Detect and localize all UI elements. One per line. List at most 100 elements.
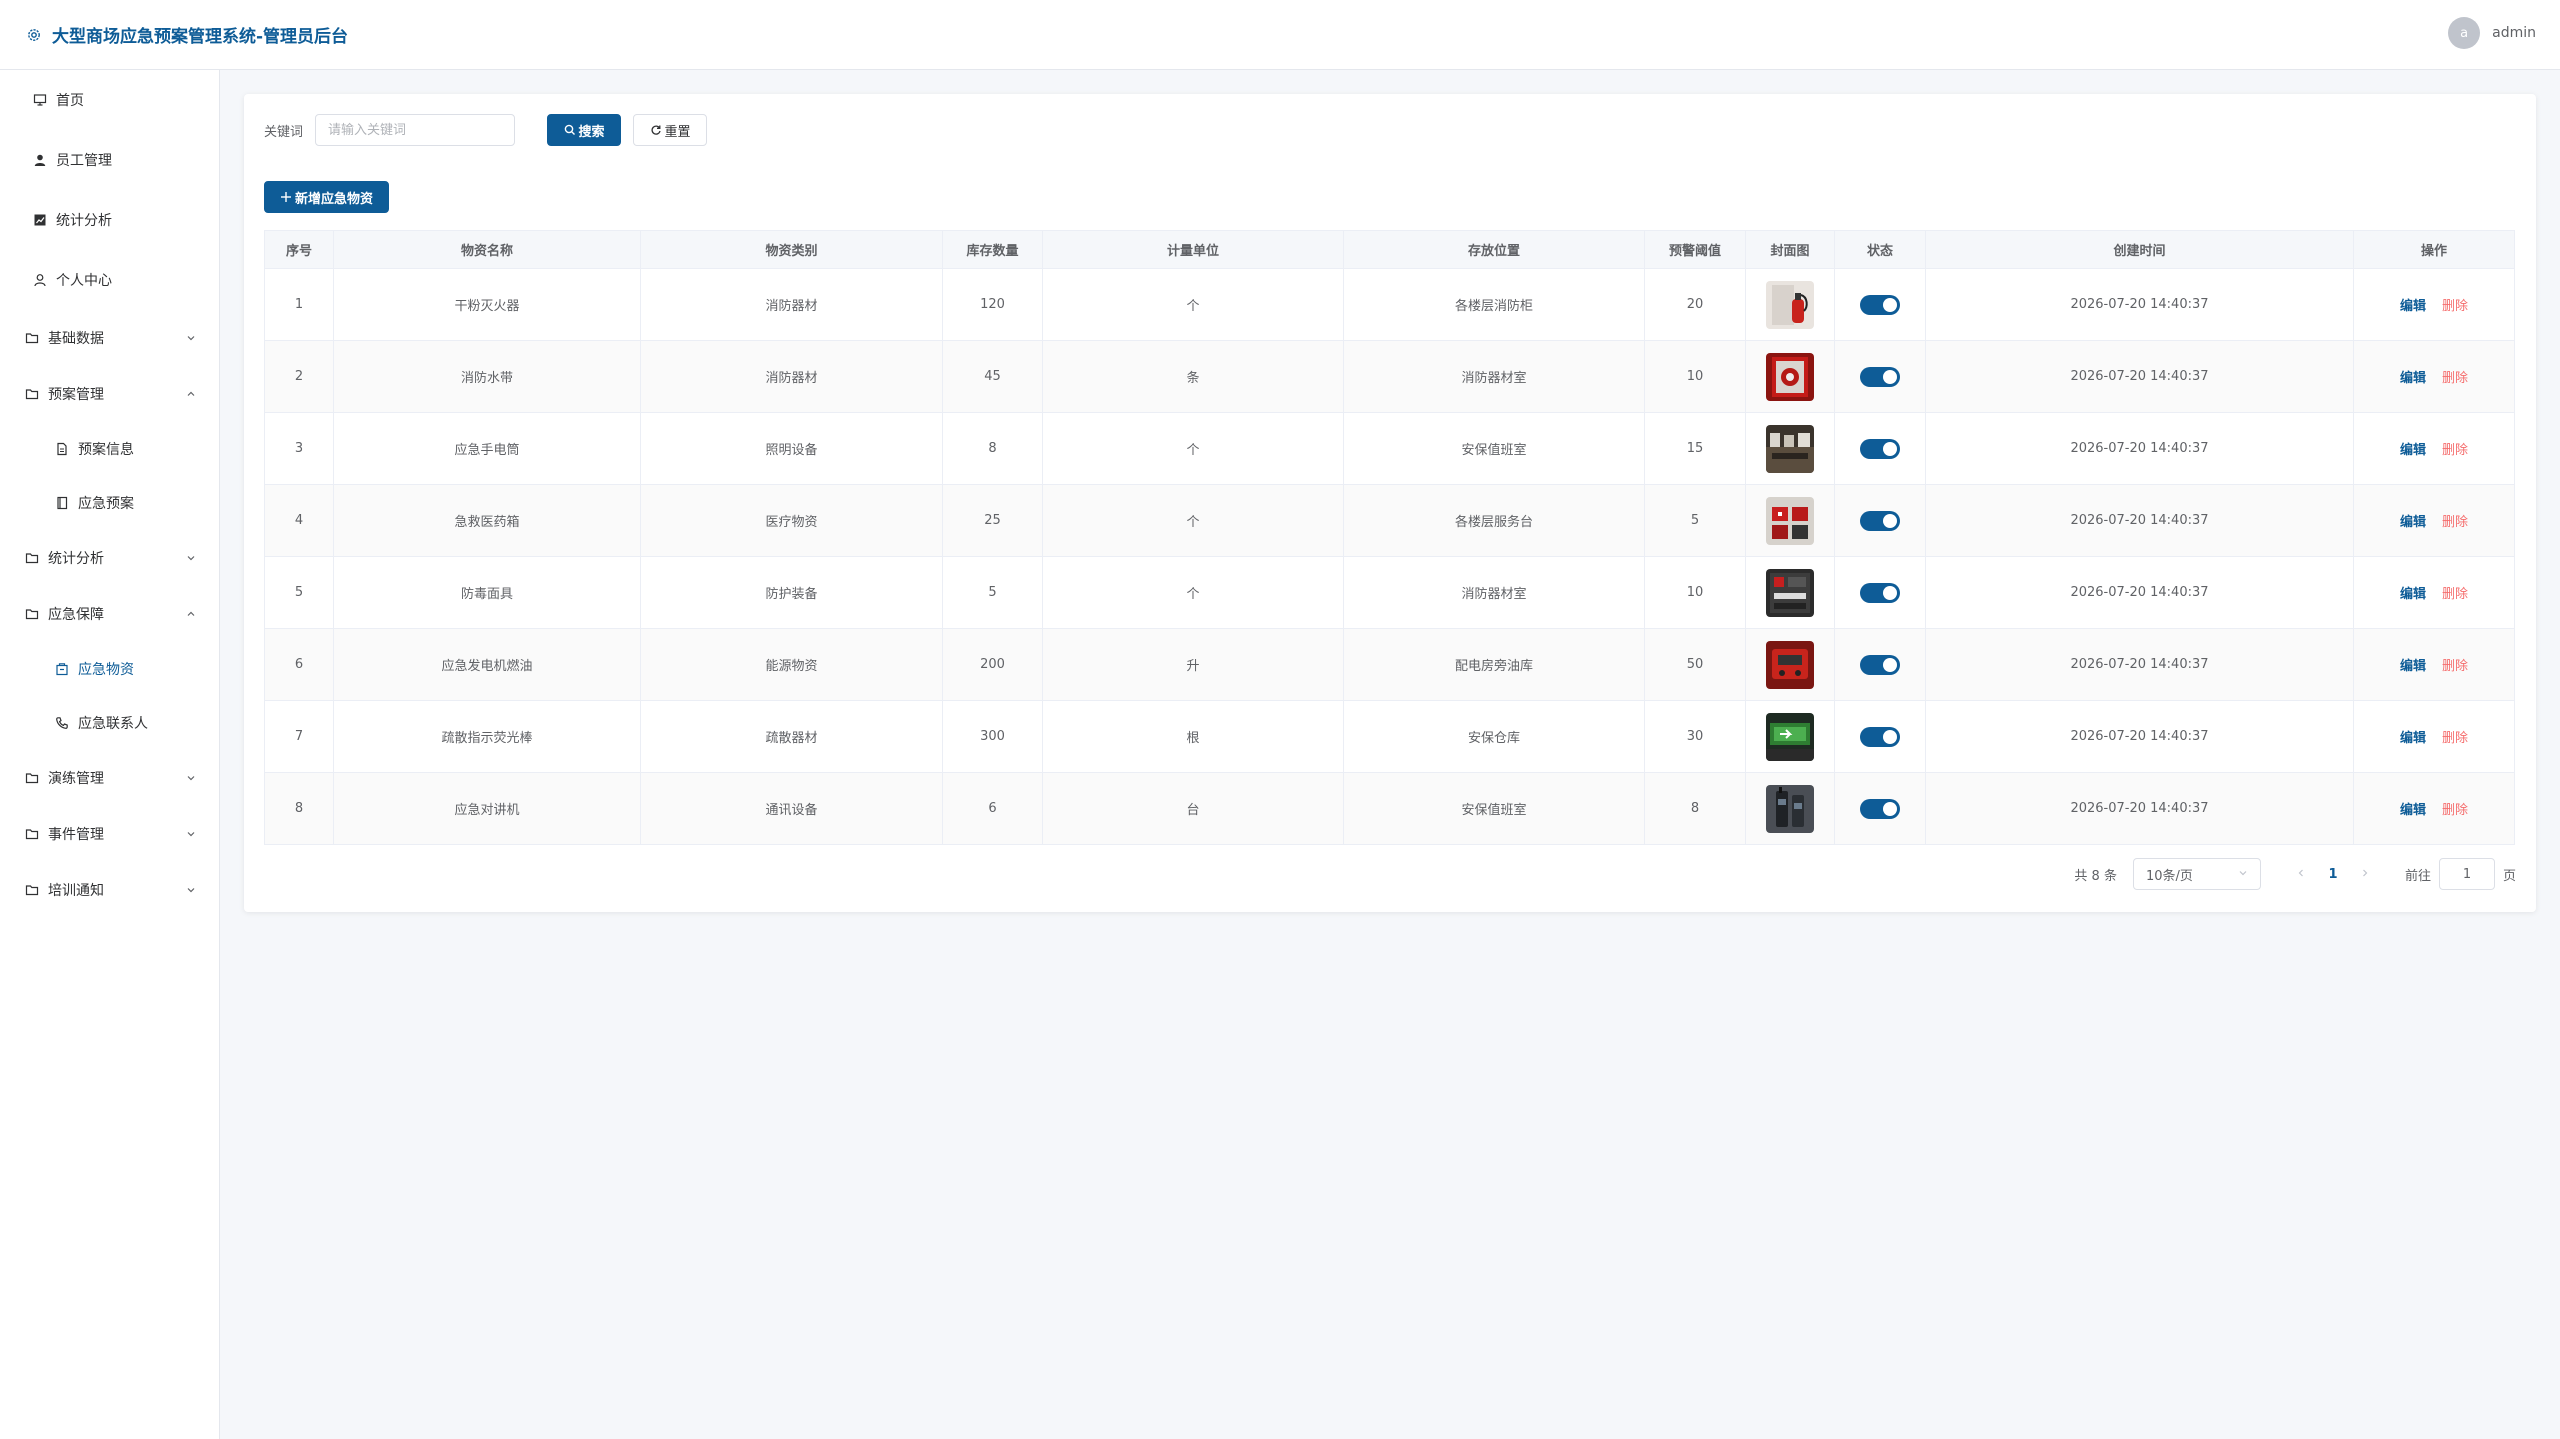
edit-button[interactable]: 编辑	[2400, 587, 2426, 602]
edit-button[interactable]: 编辑	[2400, 371, 2426, 386]
status-toggle[interactable]	[1860, 654, 1900, 675]
delete-button[interactable]: 删除	[2442, 803, 2468, 818]
cell-status	[1834, 772, 1926, 845]
status-toggle[interactable]	[1860, 510, 1900, 531]
folder-icon	[24, 330, 40, 346]
cell-threshold: 20	[1644, 268, 1746, 341]
status-toggle[interactable]	[1860, 798, 1900, 819]
sidebar-item-13[interactable]: 事件管理	[0, 806, 219, 862]
delete-button[interactable]: 删除	[2442, 443, 2468, 458]
sidebar-item-9[interactable]: 应急保障	[0, 586, 219, 642]
edit-button[interactable]: 编辑	[2400, 659, 2426, 674]
status-toggle[interactable]	[1860, 438, 1900, 459]
cover-thumbnail[interactable]	[1766, 712, 1814, 761]
delete-button[interactable]: 删除	[2442, 515, 2468, 530]
cell-category: 通讯设备	[640, 772, 943, 845]
delete-button[interactable]: 删除	[2442, 371, 2468, 386]
cell-name: 应急对讲机	[333, 772, 641, 845]
cover-thumbnail[interactable]	[1766, 424, 1814, 473]
sidebar-item-11[interactable]: 应急联系人	[0, 696, 219, 750]
sidebar-item-6[interactable]: 预案信息	[0, 422, 219, 476]
sidebar-item-12[interactable]: 演练管理	[0, 750, 219, 806]
cell-unit: 根	[1042, 700, 1344, 773]
sidebar-item-4[interactable]: 基础数据	[0, 310, 219, 366]
edit-button[interactable]: 编辑	[2400, 515, 2426, 530]
status-toggle[interactable]	[1860, 366, 1900, 387]
table-header-row: 序号 物资名称 物资类别 库存数量 计量单位 存放位置 预警阈值 封面图 状态 创建时间 操作	[264, 230, 2515, 269]
cell-location: 安保值班室	[1343, 772, 1645, 845]
sidebar-item-3[interactable]: 个人中心	[0, 250, 219, 310]
sidebar-item-7[interactable]: 应急预案	[0, 476, 219, 530]
keyword-input[interactable]	[315, 114, 516, 146]
sidebar-item-label: 应急联系人	[78, 716, 148, 732]
table-row: 6 应急发电机燃油 能源物资 200 升配电房旁油库 50 2026-07-20 14:40…	[264, 628, 2515, 701]
delete-button[interactable]: 删除	[2442, 587, 2468, 602]
monitor-icon	[32, 92, 48, 108]
goto-page-input[interactable]	[2438, 858, 2495, 890]
edit-button[interactable]: 编辑	[2400, 731, 2426, 746]
status-toggle[interactable]	[1860, 294, 1900, 315]
edit-button[interactable]: 编辑	[2400, 443, 2426, 458]
column-header: 操作	[2353, 230, 2515, 269]
delete-button[interactable]: 删除	[2442, 299, 2468, 314]
cell-threshold: 5	[1644, 484, 1746, 557]
cell-threshold: 50	[1644, 628, 1746, 701]
avatar[interactable]: a	[2448, 17, 2481, 49]
username[interactable]: admin	[2492, 25, 2536, 41]
delete-button[interactable]: 删除	[2442, 731, 2468, 746]
chevron-up-icon	[185, 388, 197, 400]
chevron-down-icon	[185, 884, 197, 896]
sidebar-item-10[interactable]: 应急物资	[0, 642, 219, 696]
sidebar-item-14[interactable]: 培训通知	[0, 862, 219, 918]
delete-button[interactable]: 删除	[2442, 659, 2468, 674]
cell-cover	[1745, 772, 1835, 845]
sidebar-item-label: 应急物资	[78, 662, 134, 678]
cell-unit: 个	[1042, 268, 1344, 341]
cell-category: 消防器材	[640, 340, 943, 413]
cell-created: 2026-07-20 14:40:37	[1925, 772, 2354, 845]
cell-status	[1834, 484, 1926, 557]
sidebar-item-5[interactable]: 预案管理	[0, 366, 219, 422]
folder-icon	[24, 770, 40, 786]
user-menu[interactable]: a admin	[2448, 17, 2536, 49]
cell-location: 各楼层服务台	[1343, 484, 1645, 557]
chevron-up-icon	[185, 608, 197, 620]
page-number[interactable]: 1	[2317, 867, 2349, 882]
cover-thumbnail[interactable]	[1766, 568, 1814, 617]
cover-thumbnail[interactable]	[1766, 496, 1814, 545]
table-row: 1 干粉灭火器 消防器材 120 个各楼层消防柜 20 2026-07-20 14:40:3…	[264, 268, 2515, 341]
status-toggle[interactable]	[1860, 726, 1900, 747]
next-page-button[interactable]	[2349, 867, 2381, 882]
cell-category: 疏散器材	[640, 700, 943, 773]
cover-thumbnail[interactable]	[1766, 352, 1814, 401]
sidebar-item-label: 首页	[56, 93, 84, 109]
sidebar-item-8[interactable]: 统计分析	[0, 530, 219, 586]
sidebar-item-1[interactable]: 员工管理	[0, 130, 219, 190]
cell-no: 3	[264, 412, 334, 485]
edit-button[interactable]: 编辑	[2400, 803, 2426, 818]
chevron-right-icon	[2363, 869, 2368, 876]
cell-created: 2026-07-20 14:40:37	[1925, 484, 2354, 557]
cell-threshold: 10	[1644, 556, 1746, 629]
prev-page-button[interactable]	[2285, 867, 2317, 882]
sidebar-item-label: 个人中心	[56, 273, 112, 289]
page-size-select[interactable]: 10条/页	[2132, 858, 2261, 890]
cell-created: 2026-07-20 14:40:37	[1925, 340, 2354, 413]
sidebar-item-0[interactable]: 首页	[0, 70, 219, 130]
cover-thumbnail[interactable]	[1766, 784, 1814, 833]
status-toggle[interactable]	[1860, 582, 1900, 603]
sidebar-item-2[interactable]: 统计分析	[0, 190, 219, 250]
cover-thumbnail[interactable]	[1766, 640, 1814, 689]
cell-cover	[1745, 700, 1835, 773]
search-button-label: 搜索	[578, 124, 605, 140]
cell-qty: 25	[942, 484, 1043, 557]
cover-thumbnail[interactable]	[1766, 280, 1814, 329]
add-supply-button[interactable]: 新增应急物资	[264, 181, 390, 213]
edit-button[interactable]: 编辑	[2400, 299, 2426, 314]
reset-button[interactable]: 重置	[633, 114, 708, 146]
table-row: 5 防毒面具 防护装备 5 个消防器材室 10 2026-07-20 14:40:37 编辑删…	[264, 556, 2515, 629]
app-title: 大型商场应急预案管理系统-管理员后台	[52, 27, 349, 47]
search-button[interactable]: 搜索	[547, 114, 622, 146]
cell-category: 医疗物资	[640, 484, 943, 557]
sidebar-item-label: 应急预案	[78, 496, 134, 512]
